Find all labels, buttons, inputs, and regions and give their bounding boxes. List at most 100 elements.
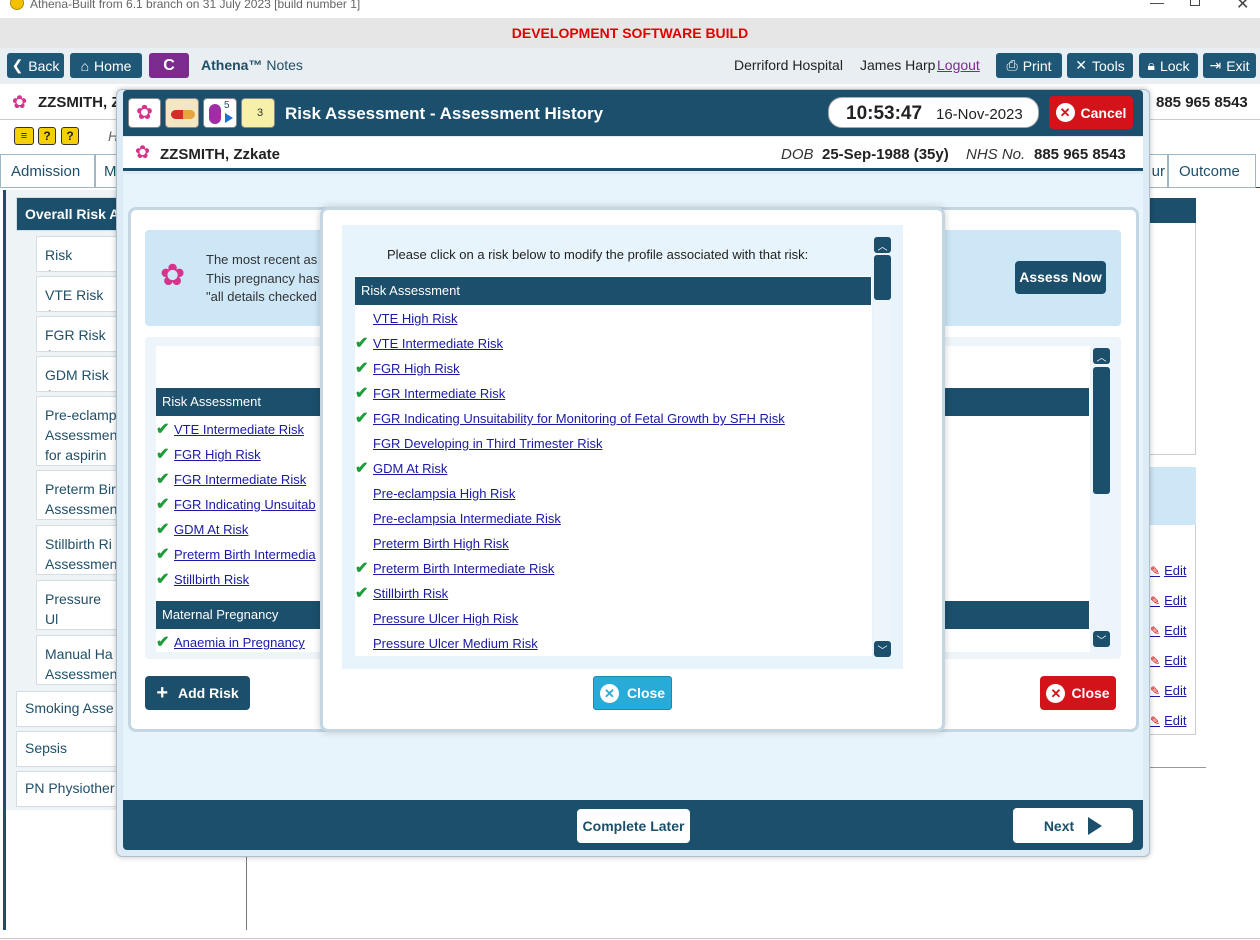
logout-link[interactable]: Logout bbox=[937, 57, 980, 73]
edit-link-6[interactable]: ✎ Edit bbox=[1150, 713, 1186, 728]
sidebar-item-pressure[interactable]: Pressure Ul Assessmen bbox=[36, 580, 126, 630]
list-item[interactable]: VTE High Risk bbox=[355, 306, 871, 331]
list-item[interactable]: ✔ Stillbirth Risk bbox=[355, 581, 871, 606]
assess-now-button[interactable]: Assess Now bbox=[1015, 261, 1106, 294]
sidebar-item-gdm[interactable]: GDM Risk A bbox=[36, 356, 126, 392]
exit-icon: ⇥ bbox=[1209, 57, 1222, 73]
edit-link-4[interactable]: ✎ Edit bbox=[1150, 653, 1186, 668]
checkmark-icon: ✔ bbox=[355, 460, 369, 477]
flower-icon-button[interactable]: ✿ bbox=[128, 98, 161, 128]
scroll-down-button[interactable]: ﹀ bbox=[1093, 631, 1110, 647]
cancel-button[interactable]: ✕ Cancel bbox=[1049, 96, 1133, 129]
sidebar-item-pre-eclampsia[interactable]: Pre-eclamp Assessmen for aspirin bbox=[36, 396, 126, 466]
dialog-patient-name: ZZSMITH, Zzkate bbox=[160, 146, 281, 163]
pencil-icon: ✎ bbox=[1150, 684, 1161, 698]
list-item[interactable]: ✔ FGR Indicating Unsuitab bbox=[156, 492, 326, 517]
list-item[interactable]: Preterm Birth High Risk bbox=[355, 531, 871, 556]
complete-later-button[interactable]: Complete Later bbox=[577, 809, 690, 843]
list-item[interactable]: Pre-eclampsia Intermediate Risk bbox=[355, 506, 871, 531]
sidebar-item-vte[interactable]: VTE Risk As bbox=[36, 276, 126, 312]
list-item[interactable]: FGR Developing in Third Trimester Risk bbox=[355, 431, 871, 456]
list-item[interactable]: ✔ FGR High Risk bbox=[156, 442, 326, 467]
sidebar-item-smoking[interactable]: Smoking Asse bbox=[16, 691, 126, 727]
list-item[interactable]: ✔ Preterm Birth Intermedia bbox=[156, 542, 326, 567]
tools-icon: ✕ bbox=[1075, 57, 1088, 73]
info-line-2: This pregnancy has bbox=[206, 271, 320, 286]
user-name: James Harp bbox=[860, 57, 936, 73]
bottom-rule-2 bbox=[0, 938, 1260, 939]
patient-name-bg: ZZSMITH, Z bbox=[38, 94, 121, 111]
edit-link-1[interactable]: ✎ Edit bbox=[1150, 563, 1186, 578]
popup-close-button[interactable]: ✕ Close bbox=[593, 676, 672, 710]
checkmark-icon: ✔ bbox=[156, 471, 170, 488]
popup-instruction: Please click on a risk below to modify t… bbox=[387, 247, 809, 262]
popup-scroll-up-button[interactable]: ︿ bbox=[874, 237, 891, 253]
popup-scrollbar-thumb[interactable] bbox=[874, 255, 891, 300]
checkmark-icon: ✔ bbox=[156, 634, 170, 651]
tools-button[interactable]: ✕ Tools bbox=[1067, 53, 1133, 78]
maximize-icon[interactable] bbox=[1190, 0, 1200, 6]
list-item[interactable]: ✔ Anaemia in Pregnancy bbox=[156, 630, 326, 655]
nhs-value: 885 965 8543 bbox=[1034, 146, 1126, 163]
sidebar-item-fgr[interactable]: FGR Risk A bbox=[36, 316, 126, 352]
list-item[interactable]: ✔ FGR Intermediate Risk bbox=[156, 467, 326, 492]
list-item[interactable]: ✔ GDM At Risk bbox=[156, 517, 326, 542]
back-button[interactable]: ❮ Back bbox=[7, 53, 64, 78]
alert-list-icon[interactable]: ≡ bbox=[14, 127, 34, 145]
sidebar-item-manual[interactable]: Manual Ha Assessmen bbox=[36, 635, 126, 685]
list-item[interactable]: ✔ Stillbirth Risk bbox=[156, 567, 326, 592]
notes-icon-button[interactable]: 3 bbox=[241, 98, 275, 128]
close-icon: ✕ bbox=[1046, 683, 1066, 703]
list-item[interactable]: ✔ VTE Intermediate Risk bbox=[156, 417, 326, 442]
popup-scroll-down-button[interactable]: ﹀ bbox=[874, 641, 891, 657]
flower-icon: ✿ bbox=[135, 142, 151, 162]
sidebar-item-overall-risk[interactable]: Overall Risk A bbox=[16, 197, 126, 231]
next-button[interactable]: Next bbox=[1013, 808, 1133, 843]
pregnancy-icon-button[interactable]: 5 bbox=[203, 98, 237, 128]
home-button[interactable]: ⌂ Home bbox=[70, 53, 142, 78]
window-close-icon[interactable]: ✕ bbox=[1236, 0, 1249, 14]
checkmark-icon: ✔ bbox=[156, 521, 170, 538]
edit-link-3[interactable]: ✎ Edit bbox=[1150, 623, 1186, 638]
list-item[interactable]: ✔ FGR Indicating Unsuitability for Monito… bbox=[355, 406, 871, 431]
edit-link-2[interactable]: ✎ Edit bbox=[1150, 593, 1186, 608]
sidebar-item-preterm[interactable]: Preterm Bir Assessmen bbox=[36, 470, 126, 520]
window-title: Athena-Built from 6.1 branch on 31 July … bbox=[30, 0, 361, 11]
close-dialog-button[interactable]: ✕ Close bbox=[1040, 676, 1116, 710]
medication-icon-button[interactable] bbox=[165, 98, 199, 128]
scrollbar-thumb[interactable] bbox=[1093, 367, 1110, 494]
list-item[interactable]: ✔ FGR High Risk bbox=[355, 356, 871, 381]
alert-question-icon[interactable]: ? bbox=[38, 127, 56, 145]
list-item[interactable]: Pressure Ulcer High Risk bbox=[355, 606, 871, 631]
c-button[interactable]: C bbox=[149, 53, 189, 78]
list-item[interactable]: ✔ GDM At Risk bbox=[355, 456, 871, 481]
scroll-up-button[interactable]: ︿ bbox=[1093, 348, 1110, 364]
exit-button[interactable]: ⇥ Exit bbox=[1203, 53, 1256, 78]
alert-question-icon-2[interactable]: ? bbox=[61, 127, 79, 145]
clock-date: 16-Nov-2023 bbox=[936, 106, 1023, 123]
list-item[interactable]: ✔ Preterm Birth Intermediate Risk bbox=[355, 556, 871, 581]
hospital-name: Derriford Hospital bbox=[734, 57, 843, 73]
minimize-icon[interactable]: — bbox=[1150, 0, 1164, 10]
app-name: Athena™ Notes bbox=[201, 57, 303, 73]
checkmark-icon: ✔ bbox=[156, 446, 170, 463]
tab-admission[interactable]: Admission bbox=[0, 154, 95, 188]
print-button[interactable]: ⎙ Print bbox=[996, 53, 1062, 78]
sidebar-item-sepsis[interactable]: Sepsis bbox=[16, 731, 126, 767]
list-item[interactable]: ✔ VTE Intermediate Risk bbox=[355, 331, 871, 356]
add-risk-button[interactable]: + Add Risk bbox=[145, 676, 250, 710]
sidebar-item-physio[interactable]: PN Physiother bbox=[16, 771, 126, 807]
sidebar-item-risk-assess[interactable]: Risk Assess bbox=[36, 236, 126, 272]
printer-icon: ⎙ bbox=[1006, 57, 1018, 73]
list-item[interactable]: ✔ FGR Intermediate Risk bbox=[355, 381, 871, 406]
lock-button[interactable]: 🔒︎ Lock bbox=[1139, 53, 1198, 78]
popup-list-header: Risk Assessment bbox=[355, 277, 871, 305]
checkmark-icon: ✔ bbox=[156, 571, 170, 588]
edit-link-5[interactable]: ✎ Edit bbox=[1150, 683, 1186, 698]
tab-outcome[interactable]: Outcome bbox=[1168, 154, 1256, 188]
list-item[interactable]: Pre-eclampsia High Risk bbox=[355, 481, 871, 506]
sidebar-item-stillbirth[interactable]: Stillbirth Ri Assessmen bbox=[36, 525, 126, 575]
pencil-icon: ✎ bbox=[1150, 564, 1161, 578]
nhs-label: NHS No. bbox=[966, 146, 1026, 163]
list-item[interactable]: Pressure Ulcer Medium Risk bbox=[355, 631, 871, 656]
